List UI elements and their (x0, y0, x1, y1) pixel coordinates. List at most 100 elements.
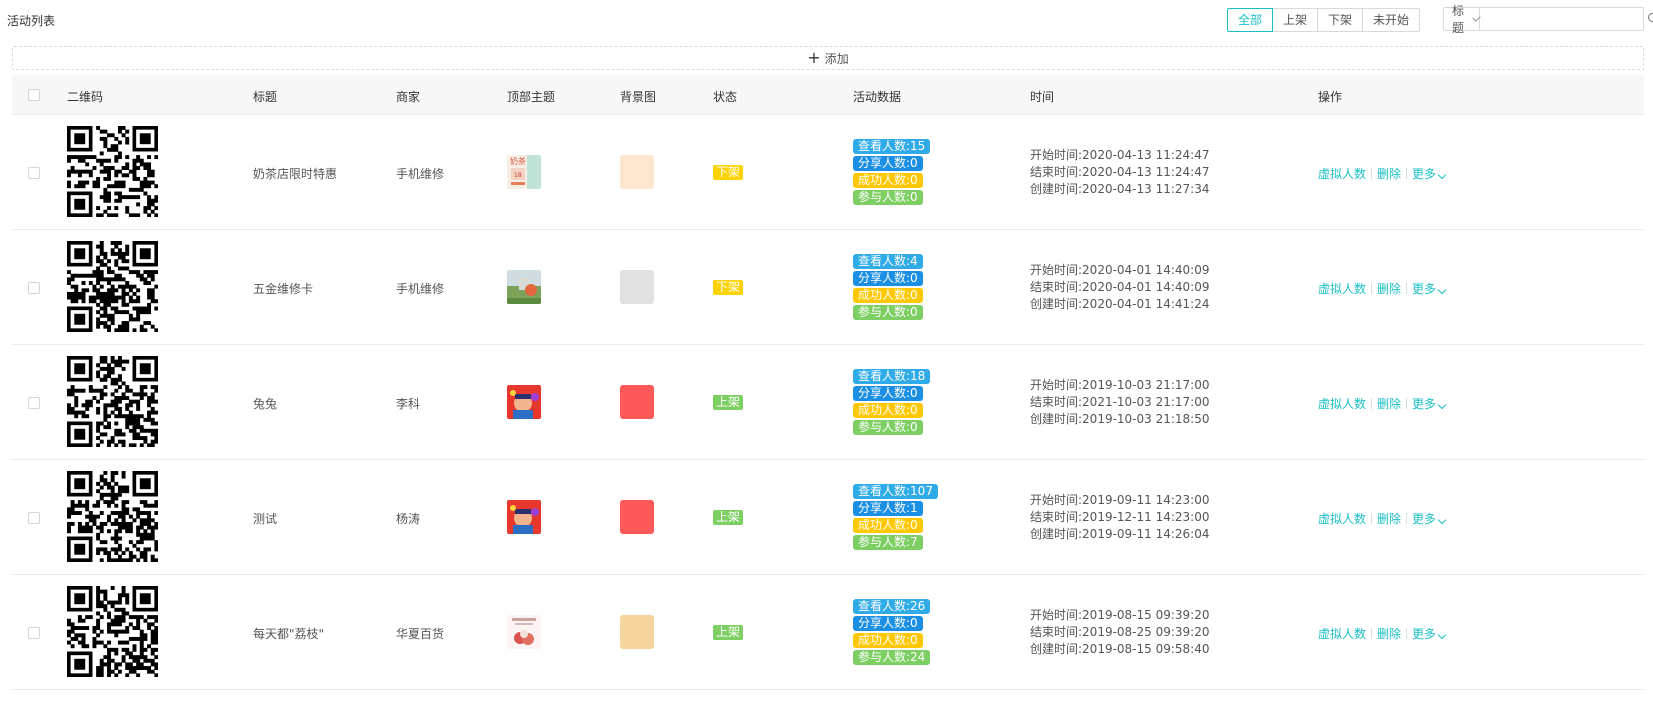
create-time: 创建时间:2020-04-01 14:41:24 (1030, 297, 1210, 311)
status-filter-group: 全部 上架 下架 未开始 (1227, 8, 1421, 32)
divider (1371, 628, 1373, 639)
qr-code-image (67, 586, 159, 678)
activity-stats: 查看人数:15 分享人数:0 成功人数:0 参与人数:0 (853, 139, 931, 205)
more-label: 更多 (1412, 397, 1437, 411)
virtual-count-link[interactable]: 虚拟人数 (1318, 510, 1366, 527)
add-label: 添加 (824, 51, 849, 66)
create-time: 创建时间:2020-04-13 11:27:34 (1030, 182, 1210, 196)
delete-link[interactable]: 删除 (1377, 280, 1401, 297)
status-badge: 上架 (713, 395, 744, 410)
search-box: 标题 (1443, 4, 1653, 35)
divider (1371, 168, 1373, 179)
row-title: 测试 (253, 512, 278, 526)
start-time: 开始时间:2020-04-01 14:40:09 (1030, 263, 1210, 277)
row-checkbox[interactable] (28, 167, 40, 179)
stat-success-count: 成功人数:0 (853, 518, 923, 533)
svg-text:奶茶: 奶茶 (510, 156, 526, 166)
virtual-count-link[interactable]: 虚拟人数 (1318, 395, 1366, 412)
row-checkbox[interactable] (28, 282, 40, 294)
stat-share-count: 分享人数:0 (853, 271, 923, 286)
filter-offline-button[interactable]: 下架 (1317, 8, 1364, 32)
theme-thumbnail-image (507, 500, 541, 534)
row-merchant: 李科 (396, 397, 421, 411)
column-header-top-theme: 顶部主题 (507, 90, 556, 104)
search-type-select[interactable]: 标题 (1444, 4, 1481, 35)
add-button[interactable]: + 添加 (12, 46, 1644, 70)
row-merchant: 手机维修 (396, 282, 445, 296)
row-merchant: 华夏百货 (396, 627, 445, 641)
row-checkbox[interactable] (28, 512, 40, 524)
delete-link[interactable]: 删除 (1377, 510, 1401, 527)
plus-icon: + (807, 48, 821, 67)
qr-code-image (67, 126, 159, 218)
theme-thumbnail-image (507, 385, 541, 419)
column-header-title: 标题 (253, 90, 278, 104)
activity-stats: 查看人数:4 分享人数:0 成功人数:0 参与人数:0 (853, 254, 923, 320)
stat-join-count: 参与人数:0 (853, 305, 923, 320)
create-time: 创建时间:2019-08-15 09:58:40 (1030, 642, 1210, 656)
end-time: 结束时间:2020-04-13 11:24:47 (1030, 165, 1210, 179)
start-time: 开始时间:2019-08-15 09:39:20 (1030, 608, 1210, 622)
table-row: 测试 杨涛 上架 查看人数:107 分享人数:1 成功人数:0 参与人数:7 开… (12, 460, 1644, 575)
background-image (620, 500, 654, 534)
theme-thumbnail-image (507, 615, 541, 649)
stat-join-count: 参与人数:24 (853, 650, 931, 665)
row-actions: 虚拟人数 删除 更多 (1318, 165, 1447, 182)
background-image (620, 155, 654, 189)
more-label: 更多 (1412, 512, 1437, 526)
status-badge: 上架 (713, 510, 744, 525)
delete-link[interactable]: 删除 (1377, 395, 1401, 412)
row-actions: 虚拟人数 删除 更多 (1318, 395, 1447, 412)
end-time: 结束时间:2019-12-11 14:23:00 (1030, 510, 1210, 524)
virtual-count-link[interactable]: 虚拟人数 (1318, 625, 1366, 642)
row-checkbox[interactable] (28, 627, 40, 639)
background-image (620, 270, 654, 304)
row-title: 五金维修卡 (253, 282, 314, 296)
filter-online-button[interactable]: 上架 (1272, 8, 1319, 32)
more-label: 更多 (1412, 282, 1437, 296)
column-header-background: 背景图 (620, 90, 657, 104)
qr-code-image (67, 471, 159, 563)
activity-stats: 查看人数:107 分享人数:1 成功人数:0 参与人数:7 (853, 484, 938, 550)
table-header: 二维码 标题 商家 顶部主题 背景图 状态 活动数据 时间 操作 (12, 75, 1644, 115)
select-all-checkbox[interactable] (28, 89, 40, 101)
activity-stats: 查看人数:18 分享人数:0 成功人数:0 参与人数:0 (853, 369, 931, 435)
svg-text:18: 18 (514, 172, 522, 179)
stat-view-count: 查看人数:26 (853, 599, 931, 614)
chevron-down-icon (1437, 400, 1447, 410)
stat-join-count: 参与人数:0 (853, 190, 923, 205)
delete-link[interactable]: 删除 (1377, 165, 1401, 182)
divider (1371, 283, 1373, 294)
row-actions: 虚拟人数 删除 更多 (1318, 280, 1447, 297)
row-actions: 虚拟人数 删除 更多 (1318, 510, 1447, 527)
start-time: 开始时间:2020-04-13 11:24:47 (1030, 148, 1210, 162)
stat-view-count: 查看人数:4 (853, 254, 923, 269)
more-label: 更多 (1412, 167, 1437, 181)
row-title: 每天都"荔枝" (253, 627, 325, 641)
more-dropdown[interactable]: 更多 (1412, 510, 1447, 527)
more-dropdown[interactable]: 更多 (1412, 165, 1447, 182)
more-dropdown[interactable]: 更多 (1412, 625, 1447, 642)
filter-not-started-button[interactable]: 未开始 (1362, 8, 1421, 32)
virtual-count-link[interactable]: 虚拟人数 (1318, 165, 1366, 182)
virtual-count-link[interactable]: 虚拟人数 (1318, 280, 1366, 297)
search-icon[interactable] (1642, 8, 1653, 30)
qr-code-image (67, 241, 159, 333)
delete-link[interactable]: 删除 (1377, 625, 1401, 642)
create-time: 创建时间:2019-10-03 21:18:50 (1030, 412, 1210, 426)
search-input[interactable] (1480, 8, 1643, 30)
qr-code-image (67, 356, 159, 448)
column-header-time: 时间 (1030, 90, 1055, 104)
row-checkbox[interactable] (28, 397, 40, 409)
more-dropdown[interactable]: 更多 (1412, 395, 1447, 412)
row-actions: 虚拟人数 删除 更多 (1318, 625, 1447, 642)
time-info: 开始时间:2019-09-11 14:23:00 结束时间:2019-12-11… (1030, 493, 1210, 541)
more-dropdown[interactable]: 更多 (1412, 280, 1447, 297)
activity-stats: 查看人数:26 分享人数:0 成功人数:0 参与人数:24 (853, 599, 931, 665)
chevron-down-icon (1437, 170, 1447, 180)
table-body: 奶茶店限时特惠 手机维修 奶茶 18 下架 查看人数:15 分享人数:0 成功人数… (12, 115, 1644, 690)
filter-all-button[interactable]: 全部 (1227, 8, 1274, 32)
stat-success-count: 成功人数:0 (853, 288, 923, 303)
table-row: 每天都"荔枝" 华夏百货 上架 查看人数:26 分享人数:0 成功人数:0 参与… (12, 575, 1644, 690)
column-header-actions: 操作 (1318, 90, 1343, 104)
